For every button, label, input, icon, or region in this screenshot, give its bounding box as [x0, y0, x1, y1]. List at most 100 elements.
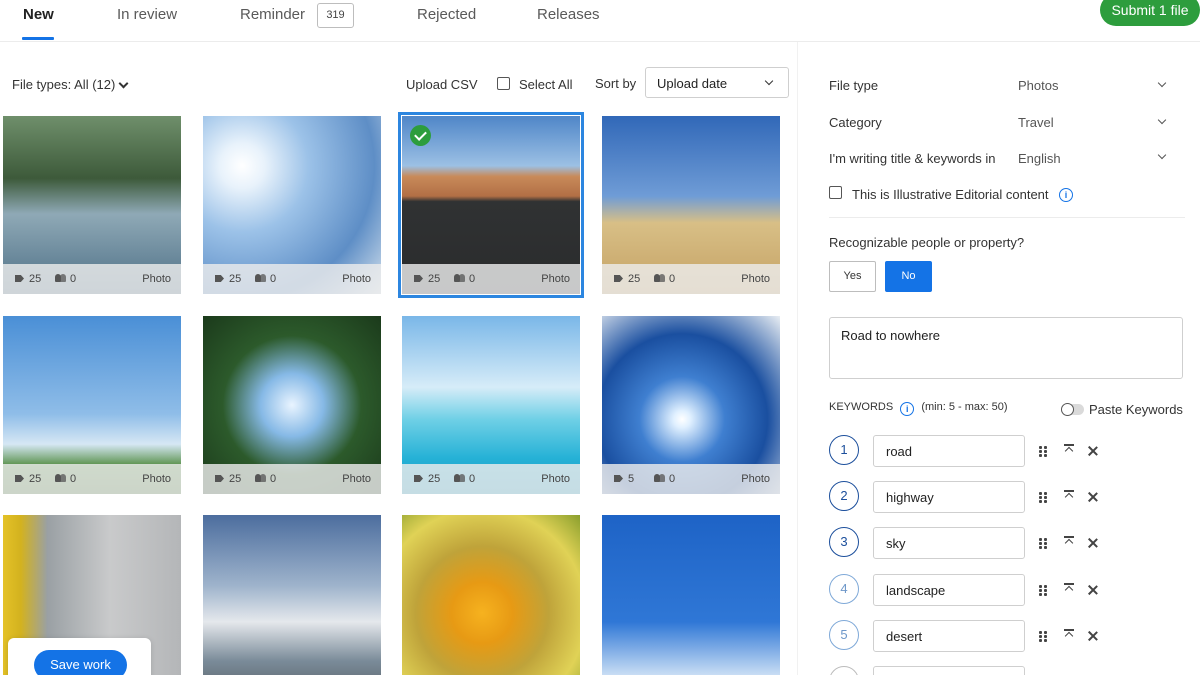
image-tile[interactable] [203, 515, 381, 675]
people-count-value: 0 [270, 473, 277, 485]
people-count: 0 [654, 273, 675, 285]
title-textarea[interactable]: Road to nowhere [829, 317, 1183, 379]
keyword-input[interactable]: highway [873, 481, 1025, 513]
photo-thumbnail [402, 515, 580, 675]
keyword-row: 3 sky [829, 527, 1189, 559]
keyword-number: 2 [829, 481, 859, 511]
keyword-input[interactable] [873, 666, 1025, 675]
file-type-label: Photo [541, 273, 570, 285]
sort-select[interactable]: Upload date [645, 67, 789, 98]
tile-footer: 25 0 Photo [402, 464, 580, 494]
move-to-top-icon[interactable] [1063, 536, 1075, 548]
remove-keyword-icon[interactable] [1087, 631, 1098, 642]
top-tab-bar: New In review Reminder 319 Rejected Rele… [0, 0, 1200, 42]
chevron-down-icon [764, 76, 774, 86]
reminder-count-badge: 319 [317, 3, 354, 28]
keyword-count: 25 [15, 273, 41, 285]
image-tile[interactable] [402, 515, 580, 675]
keyword-input[interactable]: landscape [873, 574, 1025, 606]
people-icon [454, 474, 465, 482]
submit-button[interactable]: Submit 1 file [1100, 0, 1200, 26]
people-count-value: 0 [469, 473, 476, 485]
file-type-label: Photo [741, 473, 770, 485]
tag-icon [414, 275, 423, 282]
people-count-value: 0 [669, 273, 676, 285]
keyword-input[interactable]: sky [873, 527, 1025, 559]
tag-icon [614, 275, 623, 282]
keyword-number [829, 666, 859, 675]
keyword-count: 25 [15, 473, 41, 485]
tab-rejected[interactable]: Rejected [417, 6, 476, 23]
keyword-count-value: 25 [428, 273, 441, 285]
no-button[interactable]: No [885, 261, 932, 292]
photo-thumbnail [203, 515, 381, 675]
people-count: 0 [654, 473, 675, 485]
keyword-input[interactable]: road [873, 435, 1025, 467]
title-value: Road to nowhere [841, 328, 941, 343]
keyword-count-value: 5 [628, 473, 635, 485]
move-to-top-icon[interactable] [1063, 583, 1075, 595]
keyword-count: 25 [414, 473, 440, 485]
select-all-checkbox[interactable] [497, 77, 510, 90]
image-tile[interactable]: 25 0 Photo [203, 116, 381, 294]
people-icon [55, 474, 66, 482]
drag-handle-icon[interactable] [1039, 585, 1047, 596]
divider [829, 217, 1185, 218]
drag-handle-icon[interactable] [1039, 492, 1047, 503]
active-tab-indicator [22, 37, 54, 40]
image-tile[interactable]: 25 0 Photo [602, 116, 780, 294]
move-to-top-icon[interactable] [1063, 490, 1075, 502]
people-count-value: 0 [70, 473, 77, 485]
keywords-label: KEYWORDS [829, 401, 894, 413]
tile-footer: 25 0 Photo [3, 464, 181, 494]
yes-button[interactable]: Yes [829, 261, 876, 292]
tab-releases[interactable]: Releases [537, 6, 600, 23]
paste-keywords-toggle[interactable] [1061, 403, 1084, 416]
keyword-value: highway [886, 490, 934, 505]
language-value: English [1018, 151, 1061, 166]
drag-handle-icon[interactable] [1039, 631, 1047, 642]
upload-csv-link[interactable]: Upload CSV [406, 77, 478, 92]
image-tile[interactable]: 25 0 Photo [3, 316, 181, 494]
tab-new[interactable]: New [23, 6, 54, 23]
file-type-label: File type [829, 78, 879, 93]
people-count-value: 0 [469, 273, 476, 285]
remove-keyword-icon[interactable] [1087, 538, 1098, 549]
keyword-value: desert [886, 629, 923, 644]
people-icon [654, 274, 665, 282]
image-tile[interactable] [602, 515, 780, 675]
info-icon[interactable]: i [900, 402, 915, 416]
image-tile[interactable]: 25 0 Photo [203, 316, 381, 494]
keyword-number: 1 [829, 435, 859, 465]
people-icon [55, 274, 66, 282]
keyword-input[interactable]: desert [873, 620, 1025, 652]
file-type-value: Photos [1018, 78, 1059, 93]
editorial-checkbox[interactable] [829, 186, 842, 199]
image-tile[interactable]: 25 0 Photo [398, 112, 584, 298]
chevron-down-icon [118, 78, 129, 89]
file-types-filter[interactable]: File types: All (12) [12, 77, 129, 92]
drag-handle-icon[interactable] [1039, 446, 1047, 457]
drag-handle-icon[interactable] [1039, 538, 1047, 549]
people-icon [454, 274, 465, 282]
info-icon[interactable]: i [1059, 188, 1073, 202]
image-tile[interactable]: 25 0 Photo [3, 116, 181, 294]
move-to-top-icon[interactable] [1063, 444, 1075, 456]
keyword-number: 5 [829, 620, 859, 650]
image-tile[interactable]: 25 0 Photo [402, 316, 580, 494]
save-work-button[interactable]: Save work [34, 650, 127, 675]
keyword-row: 5 desert [829, 620, 1189, 652]
remove-keyword-icon[interactable] [1087, 492, 1098, 503]
remove-keyword-icon[interactable] [1087, 585, 1098, 596]
tab-in-review[interactable]: In review [117, 6, 177, 23]
people-count: 0 [454, 273, 475, 285]
language-label: I'm writing title & keywords in [829, 151, 996, 166]
move-to-top-icon[interactable] [1063, 629, 1075, 641]
recognizable-label: Recognizable people or property? [829, 235, 1025, 250]
keyword-count: 25 [215, 273, 241, 285]
remove-keyword-icon[interactable] [1087, 446, 1098, 457]
people-icon [255, 274, 266, 282]
keyword-value: landscape [886, 583, 946, 598]
tab-reminder[interactable]: Reminder [240, 6, 305, 23]
image-tile[interactable]: 5 0 Photo [602, 316, 780, 494]
